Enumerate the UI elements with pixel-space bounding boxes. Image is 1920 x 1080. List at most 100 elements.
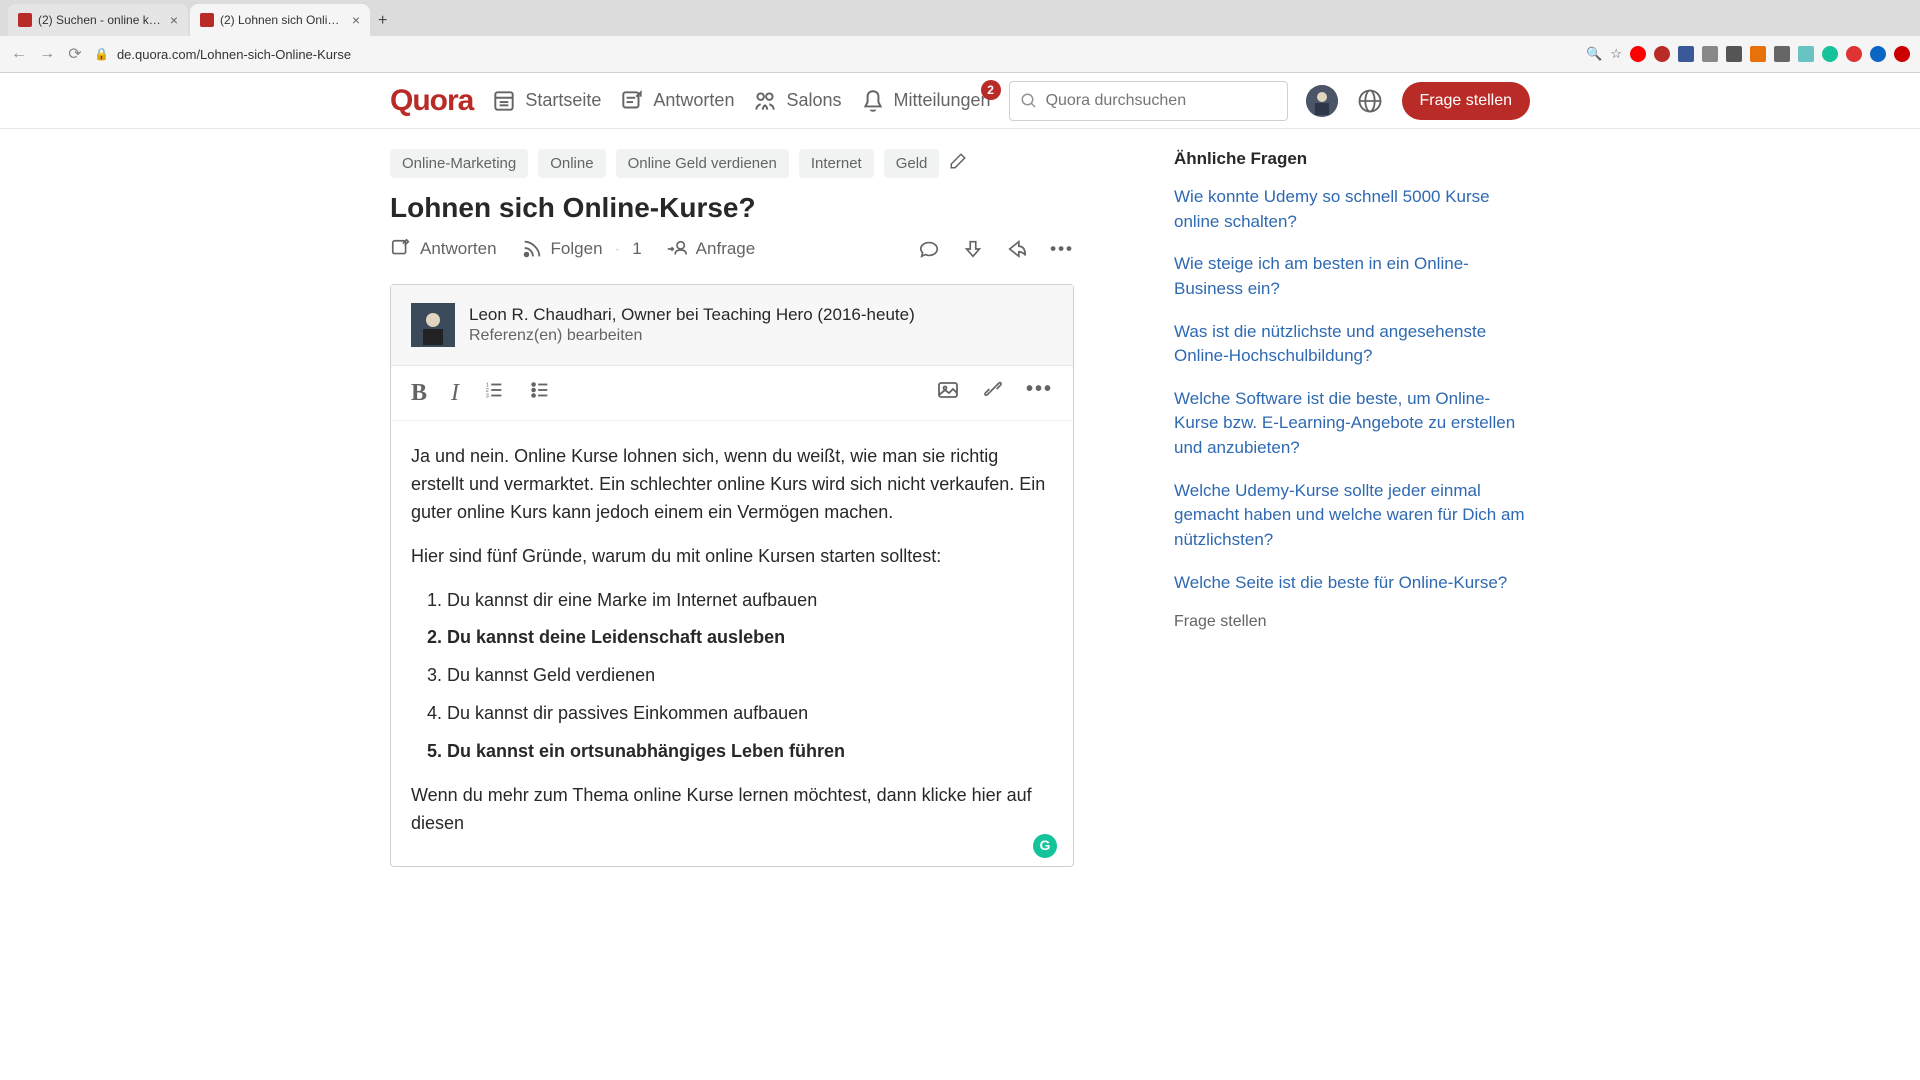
italic-button[interactable]: I [451,380,459,407]
extension-icons: 🔍 ☆ [1586,46,1910,62]
globe-icon[interactable] [1356,87,1384,115]
extension-icon[interactable] [1846,46,1862,62]
nav-spaces[interactable]: Salons [752,88,841,114]
answer-editor: Leon R. Chaudhari, Owner bei Teaching He… [390,284,1074,867]
nav-label: Salons [786,90,841,111]
action-label: Folgen [551,239,603,259]
tab-bar: (2) Suchen - online kurse - Q × (2) Lohn… [0,0,1920,36]
topic-tag[interactable]: Online [538,149,605,178]
close-icon[interactable]: × [352,12,360,28]
topic-tags: Online-Marketing Online Online Geld verd… [390,149,1074,178]
image-icon [936,378,960,402]
ordered-list: Du kannst dir eine Marke im Internet auf… [411,587,1053,766]
notification-badge: 2 [981,80,1001,100]
edit-tags-button[interactable] [949,152,967,175]
extension-icon[interactable] [1630,46,1646,62]
list-item: Du kannst dir eine Marke im Internet auf… [447,587,1053,615]
quora-logo[interactable]: Quora [390,84,473,118]
edit-references[interactable]: Referenz(en) bearbeiten [469,327,915,345]
list-item: Du kannst ein ortsunabhängiges Leben füh… [447,738,1053,766]
url-field[interactable]: 🔒 de.quora.com/Lohnen-sich-Online-Kurse [94,47,1576,62]
tab-title: (2) Suchen - online kurse - Q [38,13,164,27]
sidebar-title: Ähnliche Fragen [1174,149,1530,169]
related-question[interactable]: Was ist die nützlichste und angesehenste… [1174,320,1530,369]
nav-label: Antworten [653,90,734,111]
home-icon [491,88,517,114]
request-button[interactable]: Anfrage [666,238,756,260]
user-avatar[interactable] [1306,85,1338,117]
nav-notifications[interactable]: Mitteilungen 2 [860,88,991,114]
author-row: Leon R. Chaudhari, Owner bei Teaching He… [391,285,1073,366]
spaces-icon [752,88,778,114]
link-button[interactable] [982,378,1004,408]
search-input[interactable] [1046,92,1277,110]
sidebar-ask-question[interactable]: Frage stellen [1174,613,1530,631]
browser-tab-1[interactable]: (2) Lohnen sich Online-Kurse? × [190,4,370,36]
svg-text:3: 3 [486,393,489,399]
browser-tab-0[interactable]: (2) Suchen - online kurse - Q × [8,4,188,36]
related-question[interactable]: Wie konnte Udemy so schnell 5000 Kurse o… [1174,185,1530,234]
topic-tag[interactable]: Internet [799,149,874,178]
extension-icon[interactable] [1822,46,1838,62]
zoom-icon[interactable]: 🔍 [1586,46,1602,62]
more-icon[interactable]: ••• [1026,378,1053,408]
answer-icon [619,88,645,114]
editor-toolbar: B I 123 ••• [391,366,1073,421]
quora-header: Quora Startseite Antworten Salons Mittei… [0,73,1920,129]
reload-button[interactable]: ⟳ [66,44,84,64]
ordered-list-button[interactable]: 123 [483,379,505,407]
bold-button[interactable]: B [411,380,427,407]
image-button[interactable] [936,378,960,408]
paragraph: Ja und nein. Online Kurse lohnen sich, w… [411,443,1053,527]
forward-button[interactable]: → [38,45,56,63]
ask-question-button[interactable]: Frage stellen [1402,82,1531,120]
address-bar: ← → ⟳ 🔒 de.quora.com/Lohnen-sich-Online-… [0,36,1920,72]
related-question[interactable]: Welche Udemy-Kurse sollte jeder einmal g… [1174,479,1530,553]
author-avatar[interactable] [411,303,455,347]
follow-button[interactable]: Folgen · 1 [521,238,642,260]
close-icon[interactable]: × [170,12,178,28]
nav-home[interactable]: Startseite [491,88,601,114]
topic-tag[interactable]: Online-Marketing [390,149,528,178]
extension-icon[interactable] [1678,46,1694,62]
related-question[interactable]: Welche Software ist die beste, um Online… [1174,387,1530,461]
answer-button[interactable]: Antworten [390,238,497,260]
extension-icon[interactable] [1798,46,1814,62]
extension-icon[interactable] [1702,46,1718,62]
main-column: Online-Marketing Online Online Geld verd… [390,149,1074,867]
extension-icon[interactable] [1654,46,1670,62]
browser-chrome: (2) Suchen - online kurse - Q × (2) Lohn… [0,0,1920,73]
extension-icon[interactable] [1774,46,1790,62]
editor-body[interactable]: Ja und nein. Online Kurse lohnen sich, w… [391,421,1073,866]
ol-icon: 123 [483,379,505,401]
star-icon[interactable]: ☆ [1610,46,1622,62]
topic-tag[interactable]: Geld [884,149,940,178]
search-box[interactable] [1009,81,1288,121]
more-icon[interactable]: ••• [1050,239,1074,259]
nav-answer[interactable]: Antworten [619,88,734,114]
rss-icon [521,238,543,260]
author-name[interactable]: Leon R. Chaudhari, Owner bei Teaching He… [469,305,915,325]
share-icon[interactable] [1006,238,1028,260]
extension-icon[interactable] [1750,46,1766,62]
bell-icon [860,88,886,114]
related-question[interactable]: Welche Seite ist die beste für Online-Ku… [1174,571,1530,596]
unordered-list-button[interactable] [529,379,551,407]
related-question[interactable]: Wie steige ich am besten in ein Online-B… [1174,252,1530,301]
write-icon [390,238,412,260]
extension-icon[interactable] [1894,46,1910,62]
downvote-icon[interactable] [962,238,984,260]
favicon-icon [200,13,214,27]
question-title: Lohnen sich Online-Kurse? [390,192,1074,224]
paragraph: Wenn du mehr zum Thema online Kurse lern… [411,782,1053,838]
list-item: Du kannst dir passives Einkommen aufbaue… [447,700,1053,728]
new-tab-button[interactable]: + [372,6,393,36]
topic-tag[interactable]: Online Geld verdienen [616,149,789,178]
back-button[interactable]: ← [10,45,28,63]
favicon-icon [18,13,32,27]
extension-icon[interactable] [1870,46,1886,62]
grammarly-icon[interactable]: G [1033,834,1057,858]
extension-icon[interactable] [1726,46,1742,62]
comment-icon[interactable] [918,238,940,260]
list-item: Du kannst Geld verdienen [447,662,1053,690]
